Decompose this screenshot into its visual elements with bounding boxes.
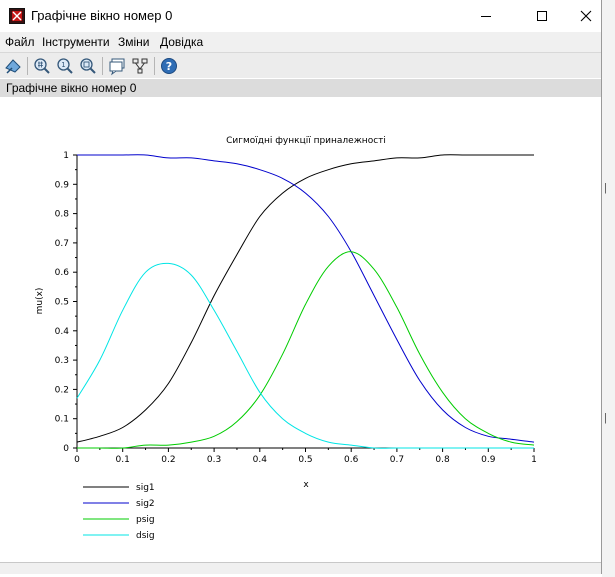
x-tick-label: 0.5 <box>298 455 312 465</box>
y-tick-label: 0.1 <box>55 415 69 425</box>
menu-bar: Файл Інструменти Зміни Довідка <box>0 32 601 52</box>
menu-tools[interactable]: Інструменти <box>42 35 110 49</box>
legend-label-psig: psig <box>136 515 155 525</box>
rotate-button[interactable] <box>3 56 23 76</box>
status-bar <box>0 562 601 574</box>
help-button[interactable]: ? <box>159 56 179 76</box>
help-icon: ? <box>161 58 177 74</box>
title-bar[interactable]: Графічне вікно номер 0 <box>0 0 601 32</box>
info-bar-text: Графічне вікно номер 0 <box>6 81 137 95</box>
sigmoid-chart: Сигмоїдні функції приналежності x mu(x) … <box>35 136 537 541</box>
legend-label-sig2: sig2 <box>136 499 155 509</box>
background-fragment: | <box>604 182 607 194</box>
close-icon <box>580 10 592 22</box>
svg-text:?: ? <box>166 60 172 73</box>
zoom-original-button[interactable]: 1 <box>55 56 75 76</box>
y-axis-label: mu(x) <box>35 288 45 315</box>
series-line-sig1 <box>76 154 534 443</box>
zoom-area-button[interactable] <box>78 56 98 76</box>
menu-edit[interactable]: Зміни <box>118 35 150 49</box>
menu-help[interactable]: Довідка <box>160 35 203 49</box>
datatip-icon <box>109 58 125 76</box>
desktop-background <box>602 0 615 577</box>
x-tick-label: 0.4 <box>253 455 268 465</box>
y-tick-label: 0.8 <box>55 210 70 220</box>
minimize-button[interactable] <box>463 0 509 32</box>
x-tick-label: 0 <box>74 455 80 465</box>
tree-icon <box>132 58 148 74</box>
toolbar-separator <box>154 57 155 75</box>
plot-area[interactable]: Сигмоїдні функції приналежності x mu(x) … <box>0 97 601 562</box>
x-tick-label: 1 <box>531 455 537 465</box>
svg-text:1: 1 <box>61 61 65 69</box>
chart-marks: 0 0.1 0.2 0.3 0.4 0.5 0.6 0.7 0.8 0.9 1 0 0.1 0.2 0.3 0… <box>55 151 537 541</box>
x-tick-label: 0.2 <box>161 455 175 465</box>
series-line-dsig <box>76 262 534 449</box>
x-tick-label: 0.7 <box>390 455 404 465</box>
y-tick-label: 0.7 <box>55 239 69 249</box>
series-line-psig <box>76 251 535 449</box>
zoom-area-icon <box>80 58 96 74</box>
series-line-sig2 <box>76 154 535 443</box>
chart-title: Сигмоїдні функції приналежності <box>226 136 386 146</box>
tree-button[interactable] <box>130 56 150 76</box>
legend-label-dsig: dsig <box>136 531 155 541</box>
y-tick-label: 1 <box>63 151 69 161</box>
y-tick-label: 0.5 <box>55 298 69 308</box>
y-tick-label: 0.3 <box>55 356 69 366</box>
zoom-in-button[interactable] <box>32 56 52 76</box>
y-tick-label: 0.9 <box>55 180 70 190</box>
x-axis-label: x <box>303 480 309 490</box>
toolbar-separator <box>102 57 103 75</box>
window-title: Графічне вікно номер 0 <box>31 8 173 23</box>
maximize-button[interactable] <box>519 0 565 32</box>
y-tick-label: 0 <box>63 444 69 454</box>
y-tick-label: 0.2 <box>55 385 69 395</box>
info-bar: Графічне вікно номер 0 <box>0 79 601 97</box>
zoom-in-icon <box>34 58 50 74</box>
maximize-icon <box>537 11 547 21</box>
rotate-icon <box>5 59 21 74</box>
x-tick-label: 0.1 <box>116 455 130 465</box>
graphic-window: Графічне вікно номер 0 Файл Інструменти … <box>0 0 602 574</box>
toolbar: 1 ? <box>0 52 601 78</box>
y-tick-label: 0.6 <box>55 268 70 278</box>
x-tick-label: 0.3 <box>207 455 221 465</box>
close-button[interactable] <box>563 0 609 32</box>
scilab-app-icon <box>9 8 25 24</box>
background-fragment: | <box>604 412 607 424</box>
y-tick-label: 0.4 <box>55 327 70 337</box>
menu-file[interactable]: Файл <box>5 35 35 49</box>
legend-label-sig1: sig1 <box>136 483 155 493</box>
x-tick-label: 0.6 <box>344 455 359 465</box>
datatip-button[interactable] <box>107 56 127 76</box>
minimize-icon <box>481 16 491 17</box>
x-tick-label: 0.8 <box>435 455 450 465</box>
zoom-original-icon: 1 <box>57 58 73 74</box>
toolbar-separator <box>27 57 28 75</box>
x-tick-label: 0.9 <box>481 455 496 465</box>
